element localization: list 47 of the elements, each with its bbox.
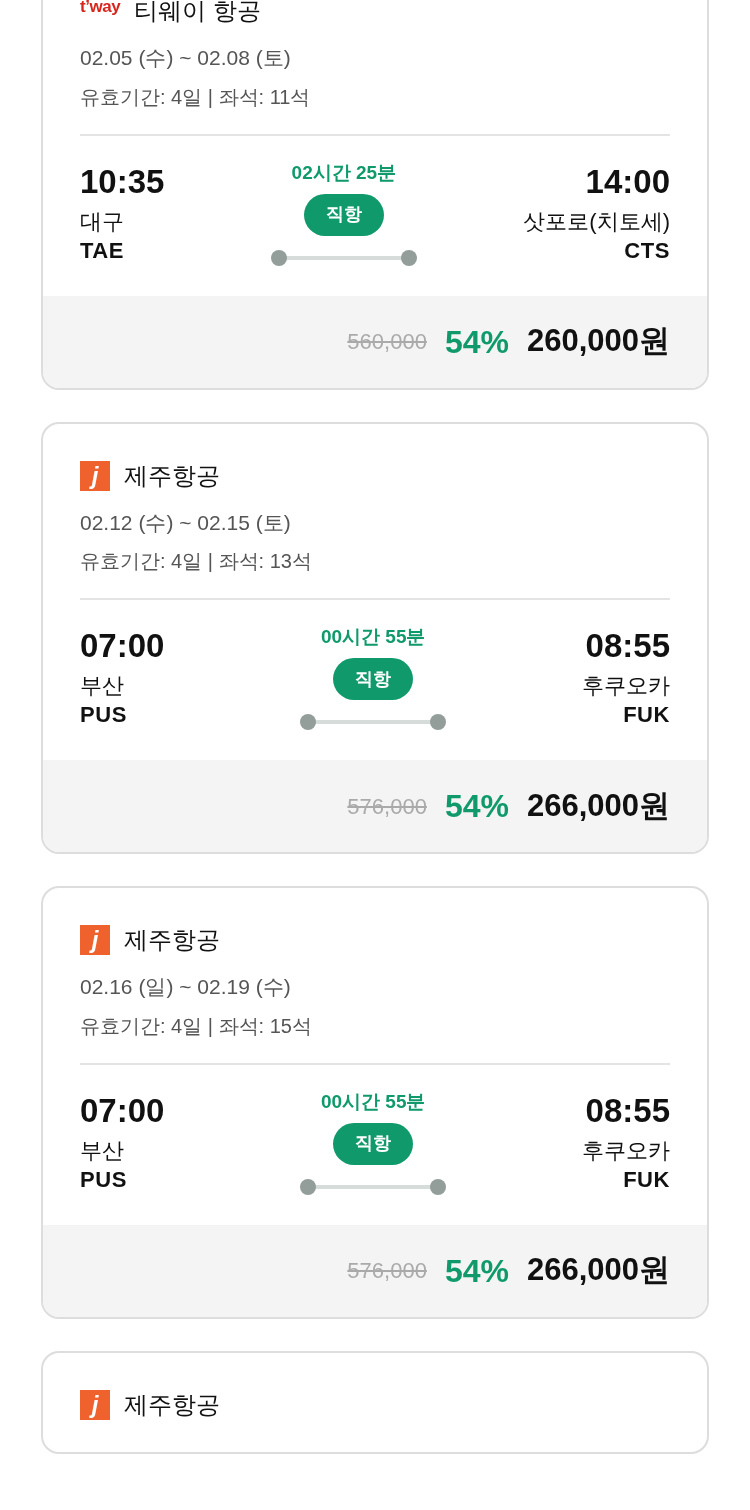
airline-name: 티웨이 항공 [134,0,261,26]
sale-price: 266,000원 [526,1251,670,1290]
city-name: 후쿠오카 [582,672,670,700]
airport-code: FUK [623,701,670,729]
travel-dates: 02.16 (일) ~ 02.19 (수) [80,974,292,1000]
airport-code: PUS [80,701,127,729]
flight-duration: 02시간 25분 [291,160,397,185]
city-name: 부산 [80,672,124,700]
city-name: 삿포로(치토세) [523,207,670,236]
discount-rate: 54% [444,322,509,362]
departure-time: 07:00 [80,626,165,666]
airline-logo: t’way [80,0,120,15]
city-name: 대구 [80,207,124,236]
flight-duration: 00시간 55분 [320,1089,426,1114]
airport-code: CTS [624,236,670,265]
validity-seats-text: 유효기간: 4일 | 좌석: 11석 [80,84,312,110]
original-price: 576,000 [347,1257,427,1285]
travel-dates: 02.05 (수) ~ 02.08 (토) [80,45,292,71]
arrival-time: 08:55 [585,1090,670,1131]
airport-code: FUK [623,1165,670,1194]
sale-price: 260,000원 [526,322,670,361]
direct-badge: 직항 [303,193,384,236]
validity-seats-text: 유효기간: 4일 | 좌석: 15석 [80,1013,313,1039]
airport-code: TAE [80,236,125,265]
airline-name: 제주항공 [124,1389,220,1420]
arrival-time: 08:55 [585,626,670,666]
city-name: 후쿠오카 [582,1136,670,1165]
city-name: 부산 [80,1136,124,1165]
airline-logo: j [80,1389,110,1420]
arrival-time: 14:00 [585,161,670,202]
original-price: 576,000 [347,792,427,821]
original-price: 560,000 [347,328,427,356]
flight-duration: 00시간 55분 [320,625,426,649]
airline-name: 제주항공 [124,925,220,955]
discount-rate: 54% [444,787,509,826]
airline-logo: j [80,925,110,955]
sale-price: 266,000원 [526,786,670,825]
departure-time: 07:00 [80,1090,165,1131]
airline-name: 제주항공 [124,460,220,491]
airline-logo: j [80,460,110,491]
discount-rate: 54% [444,1251,509,1291]
departure-time: 10:35 [80,161,165,202]
validity-seats-text: 유효기간: 4일 | 좌석: 13석 [80,549,313,574]
airport-code: PUS [80,1165,127,1194]
direct-badge: 직항 [333,1122,414,1165]
travel-dates: 02.12 (수) ~ 02.15 (토) [80,509,292,536]
direct-badge: 직항 [333,658,414,700]
